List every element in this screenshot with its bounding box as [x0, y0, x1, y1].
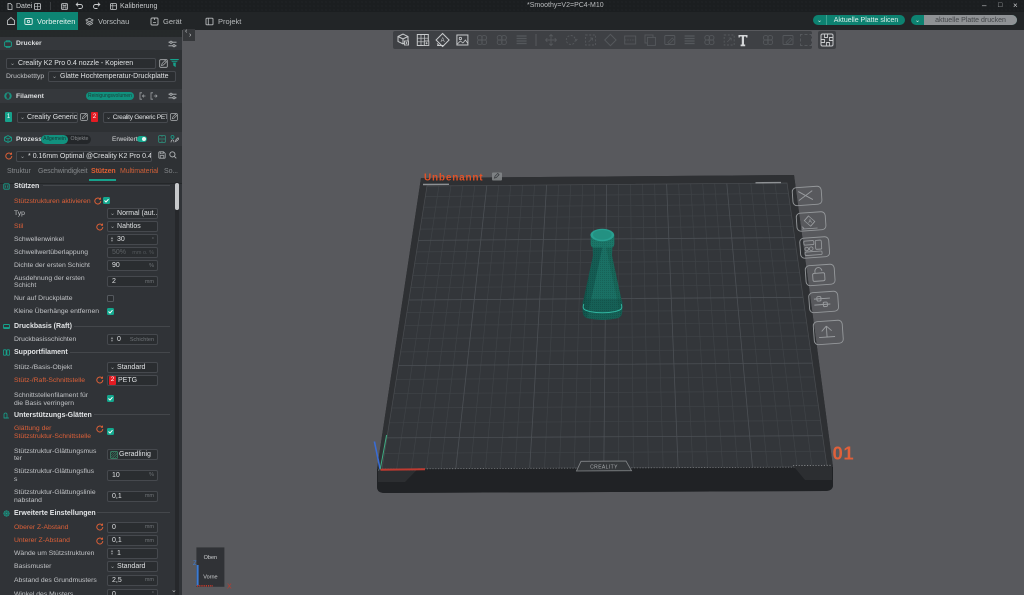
svg-text:CREALITY: CREALITY [590, 465, 618, 471]
svg-text:X: X [227, 584, 232, 591]
svg-text:Vorne: Vorne [203, 575, 217, 581]
svg-text:01: 01 [833, 443, 855, 464]
svg-text:A: A [808, 219, 812, 225]
svg-text:Unbenannt: Unbenannt [424, 173, 483, 184]
svg-text:A: A [441, 38, 445, 44]
svg-text:Oben: Oben [204, 555, 217, 561]
svg-text:Z: Z [193, 561, 197, 567]
